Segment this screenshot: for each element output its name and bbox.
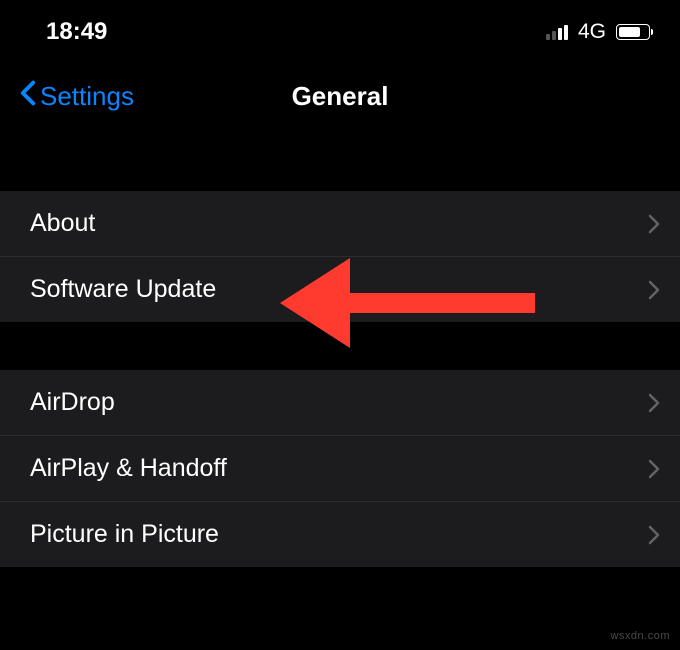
software-update-row[interactable]: Software Update [0, 257, 680, 322]
cellular-signal-icon [546, 24, 568, 40]
airplay-handoff-row[interactable]: AirPlay & Handoff [0, 436, 680, 502]
airdrop-row[interactable]: AirDrop [0, 370, 680, 436]
battery-icon [616, 24, 650, 40]
chevron-left-icon [20, 80, 36, 113]
section-gap [0, 322, 680, 370]
about-row[interactable]: About [0, 191, 680, 257]
navigation-header: Settings General [0, 60, 680, 143]
chevron-right-icon [648, 393, 660, 413]
list-item-label: Software Update [30, 275, 216, 304]
list-item-label: Picture in Picture [30, 520, 219, 549]
chevron-right-icon [648, 214, 660, 234]
back-button[interactable]: Settings [20, 80, 134, 113]
network-type: 4G [578, 20, 606, 44]
watermark: wsxdn.com [610, 630, 670, 642]
settings-group-2: AirDrop AirPlay & Handoff Picture in Pic… [0, 370, 680, 567]
status-bar: 18:49 4G [0, 0, 680, 60]
chevron-right-icon [648, 525, 660, 545]
settings-group-1: About Software Update [0, 191, 680, 322]
list-item-label: AirPlay & Handoff [30, 454, 227, 483]
chevron-right-icon [648, 459, 660, 479]
page-title: General [292, 81, 389, 112]
back-label: Settings [40, 81, 134, 112]
picture-in-picture-row[interactable]: Picture in Picture [0, 502, 680, 567]
chevron-right-icon [648, 280, 660, 300]
list-item-label: About [30, 209, 95, 238]
list-item-label: AirDrop [30, 388, 115, 417]
status-time: 18:49 [46, 18, 107, 46]
status-indicators: 4G [546, 20, 650, 44]
section-gap [0, 143, 680, 191]
